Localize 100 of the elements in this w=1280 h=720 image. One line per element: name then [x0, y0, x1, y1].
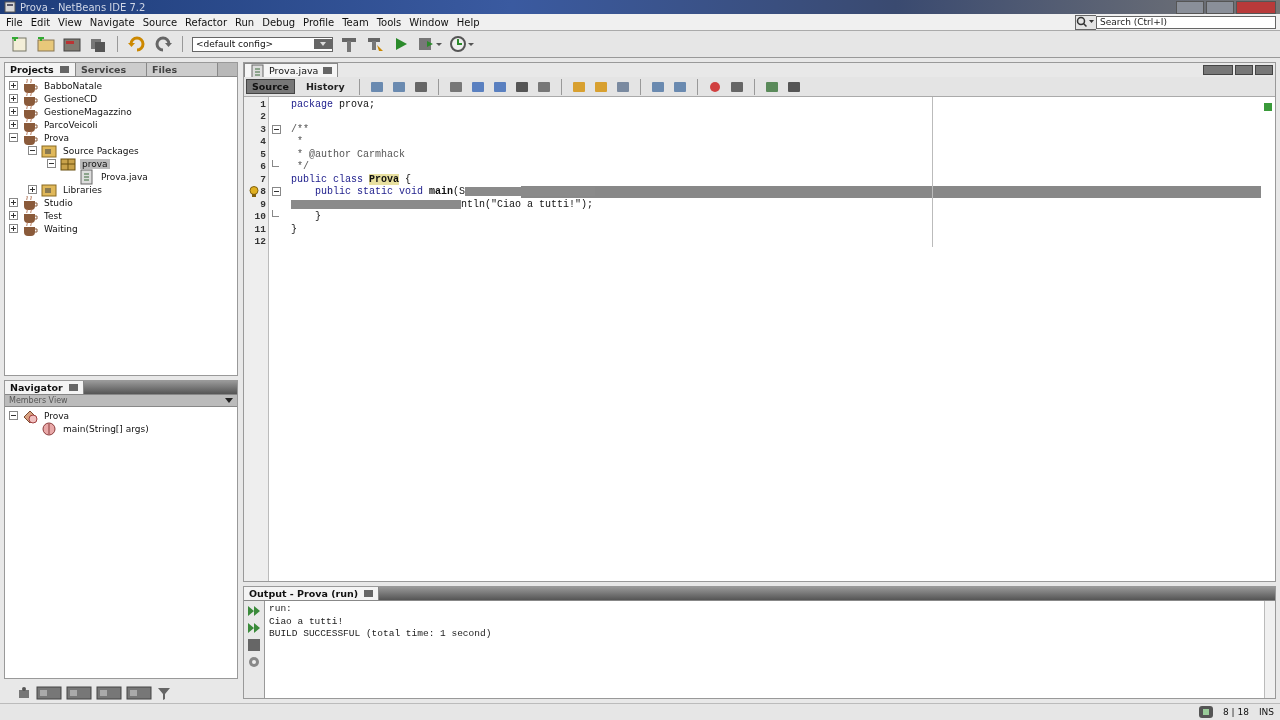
- panel-icon[interactable]: [36, 686, 62, 700]
- search-field[interactable]: Search (Ctrl+I): [1096, 15, 1276, 29]
- collapse-icon[interactable]: [47, 159, 56, 168]
- expand-icon[interactable]: [28, 185, 37, 194]
- view-tab[interactable]: Source: [246, 79, 295, 94]
- tree-item[interactable]: Prova.java: [99, 171, 150, 182]
- collapse-icon[interactable]: [28, 146, 37, 155]
- expand-icon[interactable]: [9, 107, 18, 116]
- tree-item[interactable]: ParcoVeicoli: [42, 119, 100, 130]
- cup-icon: [22, 103, 38, 120]
- maximize-button[interactable]: [1255, 65, 1273, 75]
- line-number: 2: [260, 111, 266, 123]
- minimize-icon[interactable]: [68, 384, 78, 391]
- line-number: 11: [254, 223, 266, 235]
- redo-icon[interactable]: [153, 35, 173, 53]
- panel-icon[interactable]: [66, 686, 92, 700]
- tree-item[interactable]: prova: [80, 158, 110, 169]
- debug-icon[interactable]: [417, 35, 443, 53]
- menu-item[interactable]: Profile: [299, 16, 339, 28]
- maximize-button[interactable]: [1206, 0, 1234, 14]
- panel-icon[interactable]: [126, 686, 152, 700]
- tree-item[interactable]: GestioneCD: [42, 93, 100, 104]
- line-number: 7: [260, 173, 266, 185]
- menu-item[interactable]: Run: [231, 16, 259, 28]
- expand-icon[interactable]: [9, 198, 18, 207]
- expand-icon[interactable]: [9, 224, 18, 233]
- view-tab[interactable]: History: [300, 80, 350, 93]
- panel-tab[interactable]: Output - Prova (run): [244, 587, 380, 600]
- menu-item[interactable]: Navigate: [85, 16, 139, 28]
- view-dropdown[interactable]: Members View: [5, 395, 237, 407]
- rerun-icon[interactable]: [247, 621, 261, 635]
- menu-item[interactable]: File: [2, 16, 27, 28]
- tree-item[interactable]: Prova: [42, 132, 72, 143]
- line-number: 9: [260, 198, 266, 210]
- config-dropdown[interactable]: <default config>: [192, 36, 333, 52]
- cup-icon: [22, 194, 38, 211]
- close-icon[interactable]: [364, 590, 374, 597]
- collapse-icon[interactable]: [271, 187, 281, 197]
- collapse-icon[interactable]: [271, 124, 281, 134]
- filter-icon[interactable]: [156, 686, 172, 700]
- menu-item[interactable]: Refactor: [181, 16, 231, 28]
- cursor-position: 8 | 18: [1222, 707, 1249, 717]
- tree-item[interactable]: GestioneMagazzino: [42, 106, 134, 117]
- method-icon: [41, 420, 57, 437]
- code-line: /**: [291, 123, 310, 136]
- expand-icon[interactable]: [9, 94, 18, 103]
- menu-item[interactable]: Window: [405, 16, 453, 28]
- code-line: }: [314, 210, 322, 223]
- menu-item[interactable]: Debug: [258, 16, 300, 28]
- tree-item[interactable]: Test: [42, 210, 64, 221]
- code-line: package prova;: [291, 98, 377, 111]
- collapse-icon[interactable]: [9, 133, 18, 142]
- tree-item[interactable]: main(String[] args): [61, 423, 151, 434]
- profile-icon[interactable]: [449, 35, 475, 53]
- close-icon[interactable]: [323, 67, 333, 74]
- panel-tab[interactable]: Navigator: [5, 381, 84, 394]
- settings-icon[interactable]: [247, 655, 261, 669]
- app-icon: [4, 1, 16, 13]
- notification-icon: [1198, 706, 1213, 718]
- cup-icon: [22, 90, 38, 107]
- tree-item[interactable]: Studio: [42, 197, 75, 208]
- code-line: public class Prova {: [291, 173, 413, 186]
- output-line: BUILD SUCCESSFUL (total time: 1 second): [269, 628, 493, 641]
- cup-icon: [22, 220, 38, 237]
- menu-item[interactable]: Team: [338, 16, 373, 28]
- restore-button[interactable]: [1203, 65, 1233, 75]
- document-list-button[interactable]: [1235, 65, 1253, 75]
- panel-tab[interactable]: Projects: [5, 63, 76, 76]
- package-icon: [60, 155, 76, 172]
- menu-item[interactable]: Help: [452, 16, 484, 28]
- expand-icon[interactable]: [9, 120, 18, 129]
- tree-item[interactable]: Source Packages: [61, 145, 141, 156]
- menu-item[interactable]: Source: [138, 16, 182, 28]
- line-number: 4: [260, 136, 266, 148]
- new-file-icon[interactable]: [10, 35, 30, 53]
- tree-item[interactable]: Prova: [42, 410, 72, 421]
- panel-icon[interactable]: [96, 686, 122, 700]
- status-ok-icon: [1264, 103, 1272, 111]
- tree-item[interactable]: BabboNatale: [42, 80, 104, 91]
- panel-tab[interactable]: Services: [76, 63, 147, 76]
- expand-icon[interactable]: [9, 211, 18, 220]
- file-tab[interactable]: Prova.java: [244, 63, 339, 77]
- code-line: */: [296, 160, 310, 173]
- cup-icon: [22, 129, 38, 146]
- undo-icon[interactable]: [127, 35, 147, 53]
- menu-item[interactable]: Edit: [26, 16, 55, 28]
- tree-item[interactable]: Libraries: [61, 184, 104, 195]
- code-line: *: [296, 135, 304, 148]
- tree-item[interactable]: Waiting: [42, 223, 80, 234]
- menu-item[interactable]: Tools: [372, 16, 406, 28]
- collapse-icon[interactable]: [9, 411, 18, 420]
- expand-icon[interactable]: [9, 81, 18, 90]
- rerun-icon[interactable]: [247, 604, 261, 618]
- stop-icon[interactable]: [247, 638, 261, 652]
- minimize-icon[interactable]: [59, 66, 69, 73]
- code-line: }: [291, 223, 298, 236]
- scroll-bar[interactable]: [1264, 601, 1275, 698]
- menu-item[interactable]: View: [54, 16, 86, 28]
- new-folder-icon[interactable]: [36, 35, 56, 53]
- panel-tab[interactable]: Files: [147, 63, 218, 76]
